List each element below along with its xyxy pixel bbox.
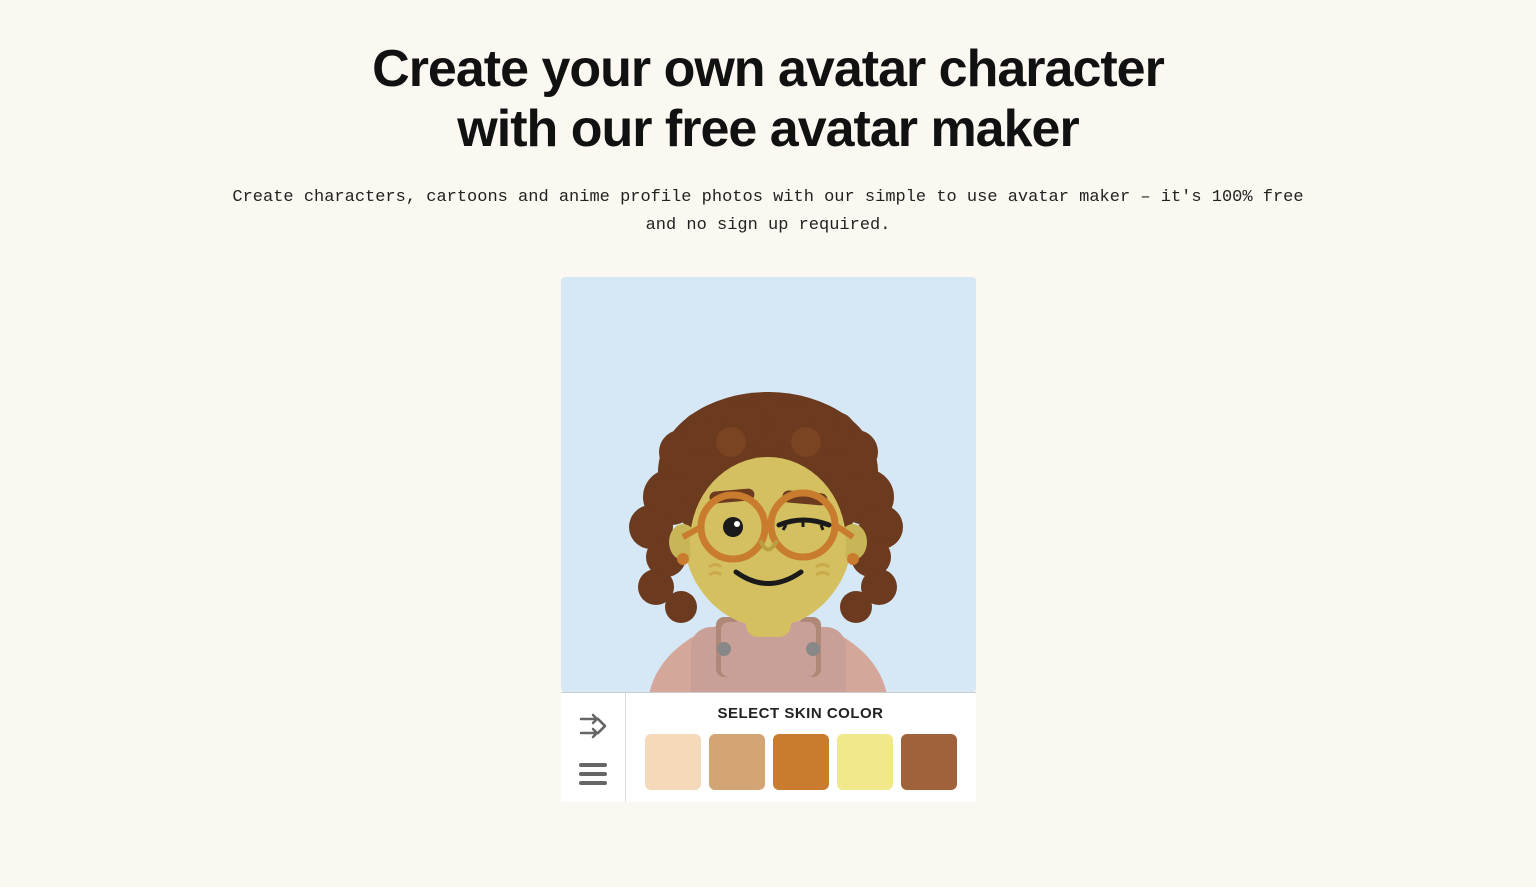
page-title: Create your own avatar character with ou…	[372, 40, 1164, 160]
skin-color-label: SELECT SKIN COLOR	[642, 705, 960, 722]
avatar-svg	[561, 277, 976, 692]
skin-swatch-pale-yellow[interactable]	[837, 734, 893, 790]
menu-button[interactable]	[579, 763, 607, 785]
avatar-canvas	[561, 277, 976, 692]
skin-color-panel: SELECT SKIN COLOR	[626, 693, 976, 802]
avatar-creator: SELECT SKIN COLOR	[561, 277, 976, 802]
menu-line-1	[579, 763, 607, 767]
shuffle-button[interactable]	[578, 711, 608, 749]
skin-swatches	[642, 734, 960, 790]
menu-line-3	[579, 781, 607, 785]
skin-swatch-medium[interactable]	[709, 734, 765, 790]
left-controls	[561, 693, 626, 802]
menu-line-2	[579, 772, 607, 776]
page-subtitle: Create characters, cartoons and anime pr…	[218, 184, 1318, 242]
skin-swatch-light[interactable]	[645, 734, 701, 790]
controls-row: SELECT SKIN COLOR	[561, 692, 976, 802]
skin-swatch-tan[interactable]	[773, 734, 829, 790]
skin-swatch-brown[interactable]	[901, 734, 957, 790]
